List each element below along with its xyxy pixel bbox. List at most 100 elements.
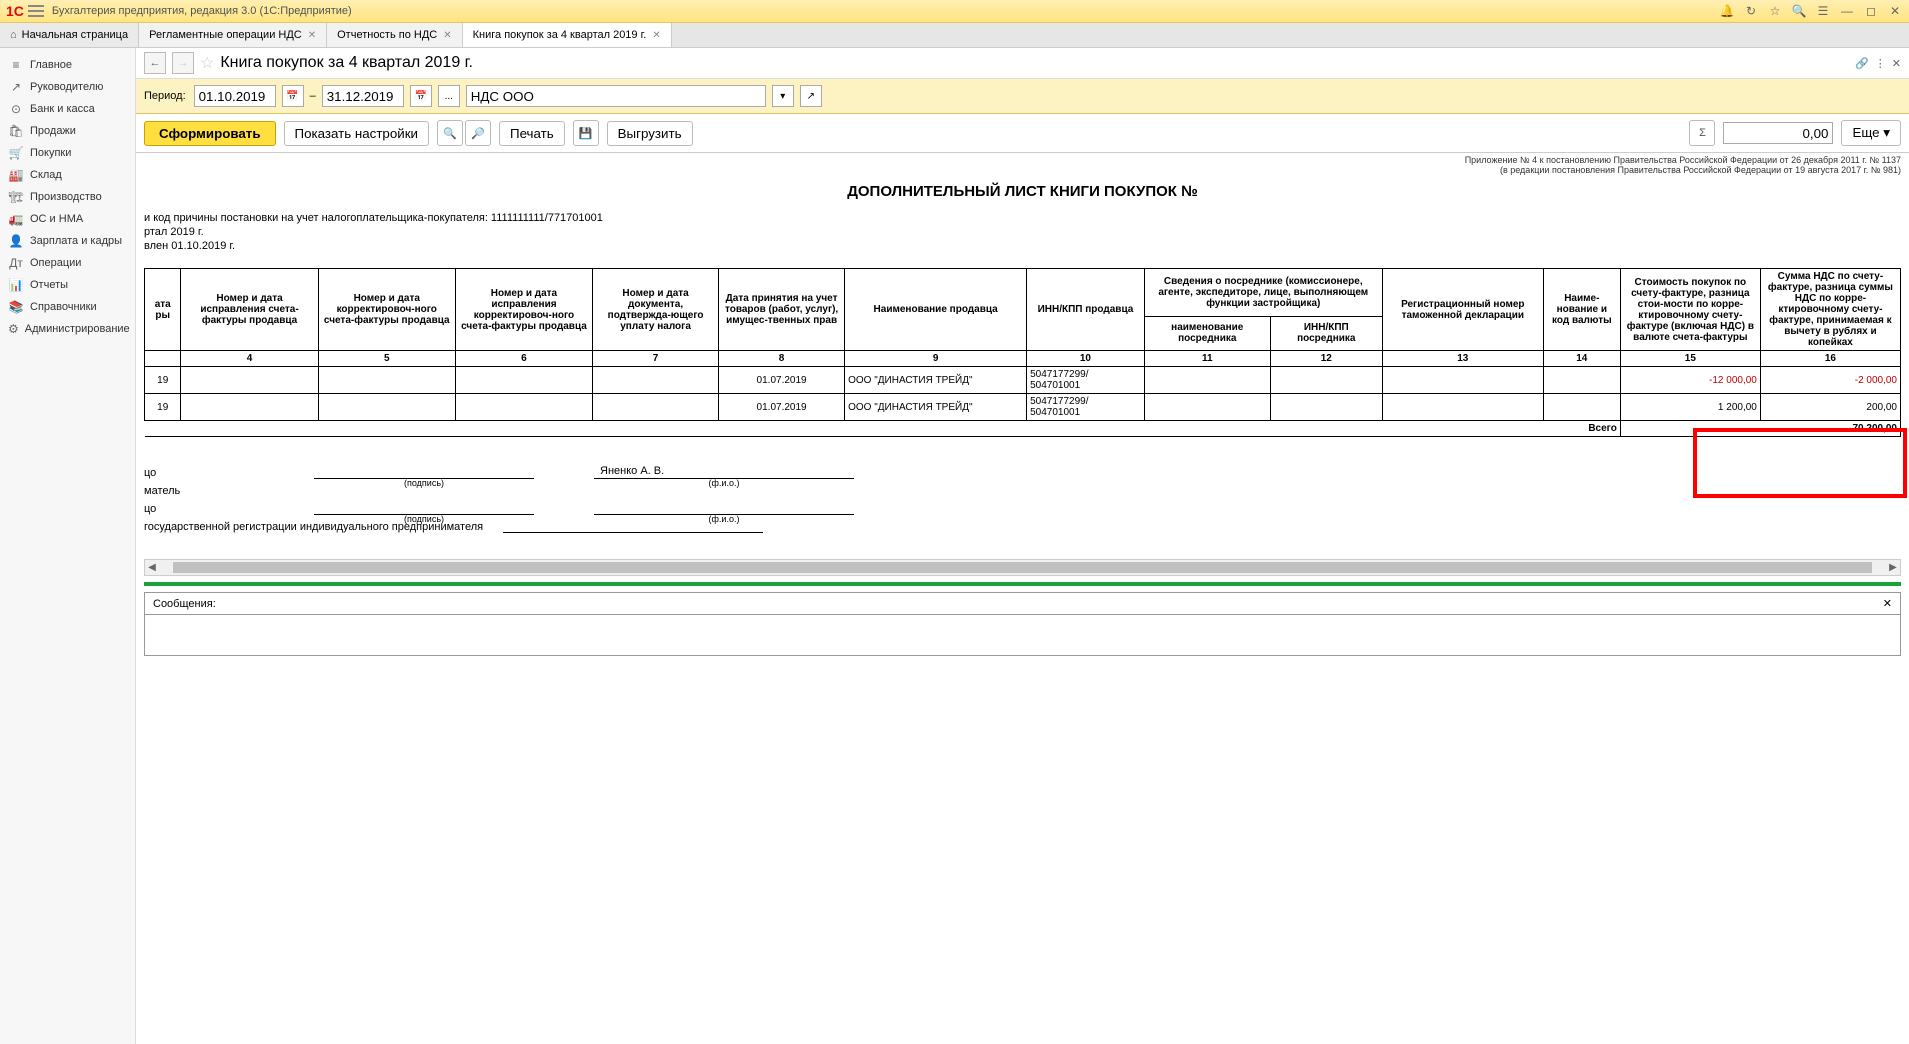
table-cell — [593, 367, 719, 394]
home-tab-label: Начальная страница — [22, 29, 128, 41]
inn-line: и код причины постановки на учет налогоп… — [144, 212, 1901, 224]
organization-input[interactable] — [466, 85, 766, 107]
horizontal-scrollbar[interactable]: ◀ ▶ — [144, 559, 1901, 576]
table-cell — [318, 367, 455, 394]
table-cell — [1270, 394, 1382, 421]
sum-button[interactable]: Σ — [1689, 120, 1715, 146]
close-icon[interactable]: ✕ — [443, 30, 451, 41]
col-header-12: ИНН/КПП посредника — [1270, 316, 1382, 350]
sidebar-item-admin[interactable]: ⚙Администрирование — [0, 318, 135, 340]
app-logo: 1С — [6, 3, 24, 19]
messages-header: Сообщения: ✕ — [144, 592, 1901, 615]
form-button[interactable]: Сформировать — [144, 121, 276, 146]
col-num: 15 — [1620, 351, 1760, 367]
compiled-line: влен 01.10.2019 г. — [144, 240, 1901, 252]
scroll-right-icon[interactable]: ▶ — [1886, 562, 1900, 573]
scroll-thumb[interactable] — [173, 562, 1872, 573]
report-icon: 📊 — [8, 278, 24, 292]
app-title: Бухгалтерия предприятия, редакция 3.0 (1… — [52, 5, 352, 17]
sidebar-item-reports[interactable]: 📊 Отчеты — [0, 274, 135, 296]
col-num: 16 — [1760, 351, 1900, 367]
close-icon[interactable]: ✕ — [652, 30, 660, 41]
close-icon[interactable]: ✕ — [308, 30, 316, 41]
sidebar-item-label: Отчеты — [30, 279, 68, 291]
sidebar-item-main[interactable]: ≡Главное — [0, 54, 135, 76]
col-header-16: Сумма НДС по счету-фактуре, разница сумм… — [1760, 269, 1900, 351]
table-row: 1901.07.2019ООО "ДИНАСТИЯ ТРЕЙД"50471772… — [145, 394, 1901, 421]
dtkt-icon: Дт — [8, 256, 24, 270]
table-cell: ООО "ДИНАСТИЯ ТРЕЙД" — [845, 367, 1027, 394]
more-icon[interactable]: ⋮ — [1875, 57, 1886, 70]
document-title: ДОПОЛНИТЕЛЬНЫЙ ЛИСТ КНИГИ ПОКУПОК № — [144, 183, 1901, 200]
settings-button[interactable]: Показать настройки — [284, 121, 429, 146]
scroll-left-icon[interactable]: ◀ — [145, 562, 159, 573]
calendar-from-button[interactable]: 📅 — [282, 85, 304, 107]
date-from-input[interactable] — [194, 85, 276, 107]
col-header-14: Наиме-нование и код валюты — [1543, 269, 1620, 351]
toolbar-actions: Сформировать Показать настройки 🔍 🔎 Печа… — [136, 114, 1909, 153]
sidebar-item-bank[interactable]: ⊙Банк и касса — [0, 98, 135, 120]
more-button[interactable]: Еще ▾ — [1841, 120, 1901, 146]
search-icon[interactable]: 🔍 — [1791, 3, 1807, 19]
page-header: ← → ☆ Книга покупок за 4 квартал 2019 г.… — [136, 48, 1909, 79]
org-dropdown-button[interactable]: ▾ — [772, 85, 794, 107]
save-file-button[interactable]: 💾 — [573, 120, 599, 146]
table-cell: 19 — [145, 394, 181, 421]
col-header-13: Регистрационный номер таможенной деклара… — [1382, 269, 1543, 351]
doc-tab-2[interactable]: Книга покупок за 4 квартал 2019 г. ✕ — [463, 23, 672, 47]
sig-name: Яненко А. В. — [600, 465, 664, 477]
table-cell: 200,00 — [1760, 394, 1900, 421]
sidebar-item-warehouse[interactable]: 🏭Склад — [0, 164, 135, 186]
period-picker-button[interactable]: ... — [438, 85, 460, 107]
sidebar-item-production[interactable]: 🏗Производство — [0, 186, 135, 208]
coin-icon: ⊙ — [8, 102, 24, 116]
link-icon[interactable]: 🔗 — [1855, 57, 1869, 70]
sidebar-item-directories[interactable]: 📚Справочники — [0, 296, 135, 318]
star-icon[interactable]: ☆ — [1767, 3, 1783, 19]
report-area[interactable]: Приложение № 4 к постановлению Правитель… — [136, 153, 1909, 1044]
sidebar-item-operations[interactable]: ДтОперации — [0, 252, 135, 274]
doc-tab-label: Книга покупок за 4 квартал 2019 г. — [473, 29, 647, 41]
report-table: ата ры Номер и дата исправления счета-фа… — [144, 268, 1901, 437]
table-cell: 01.07.2019 — [719, 367, 845, 394]
close-button[interactable]: ✕ — [1887, 3, 1903, 19]
table-cell — [1382, 367, 1543, 394]
main-menu-icon[interactable] — [28, 5, 44, 17]
col-header-10: ИНН/КПП продавца — [1027, 269, 1145, 351]
sidebar-item-label: Администрирование — [25, 323, 130, 335]
favorite-icon[interactable]: ☆ — [200, 53, 214, 73]
sidebar-item-salary[interactable]: 👤Зарплата и кадры — [0, 230, 135, 252]
org-open-button[interactable]: ↗ — [800, 85, 822, 107]
history-icon[interactable]: ↻ — [1743, 3, 1759, 19]
table-cell — [455, 394, 592, 421]
doc-tab-1[interactable]: Отчетность по НДС ✕ — [327, 23, 463, 47]
truck-icon: 🚛 — [8, 212, 24, 226]
calendar-to-button[interactable]: 📅 — [410, 85, 432, 107]
forward-button[interactable]: → — [172, 52, 194, 74]
tab-row: ⌂ Начальная страница Регламентные операц… — [0, 23, 1909, 48]
doc-tab-0[interactable]: Регламентные операции НДС ✕ — [139, 23, 327, 47]
sidebar-item-manager[interactable]: ↗Руководителю — [0, 76, 135, 98]
bell-icon[interactable]: 🔔 — [1719, 3, 1735, 19]
home-tab[interactable]: ⌂ Начальная страница — [0, 23, 139, 47]
zoom-in-button[interactable]: 🔍 — [437, 120, 463, 146]
col-num: 9 — [845, 351, 1027, 367]
maximize-button[interactable]: ◻ — [1863, 3, 1879, 19]
table-cell — [1144, 394, 1270, 421]
sidebar-item-purchases[interactable]: 🛒Покупки — [0, 142, 135, 164]
close-page-icon[interactable]: ✕ — [1892, 57, 1901, 70]
table-cell: 19 — [145, 367, 181, 394]
date-to-input[interactable] — [322, 85, 404, 107]
sum-input[interactable] — [1723, 122, 1833, 144]
settings-icon[interactable]: ☰ — [1815, 3, 1831, 19]
sidebar-item-assets[interactable]: 🚛ОС и НМА — [0, 208, 135, 230]
sidebar-item-sales[interactable]: 🛍Продажи — [0, 120, 135, 142]
close-messages-icon[interactable]: ✕ — [1883, 597, 1892, 610]
zoom-out-button[interactable]: 🔎 — [465, 120, 491, 146]
minimize-button[interactable]: — — [1839, 3, 1855, 19]
export-button[interactable]: Выгрузить — [607, 121, 693, 146]
col-num: 6 — [455, 351, 592, 367]
print-button[interactable]: Печать — [499, 121, 565, 146]
back-button[interactable]: ← — [144, 52, 166, 74]
col-header-8: Дата принятия на учет товаров (работ, ус… — [719, 269, 845, 351]
